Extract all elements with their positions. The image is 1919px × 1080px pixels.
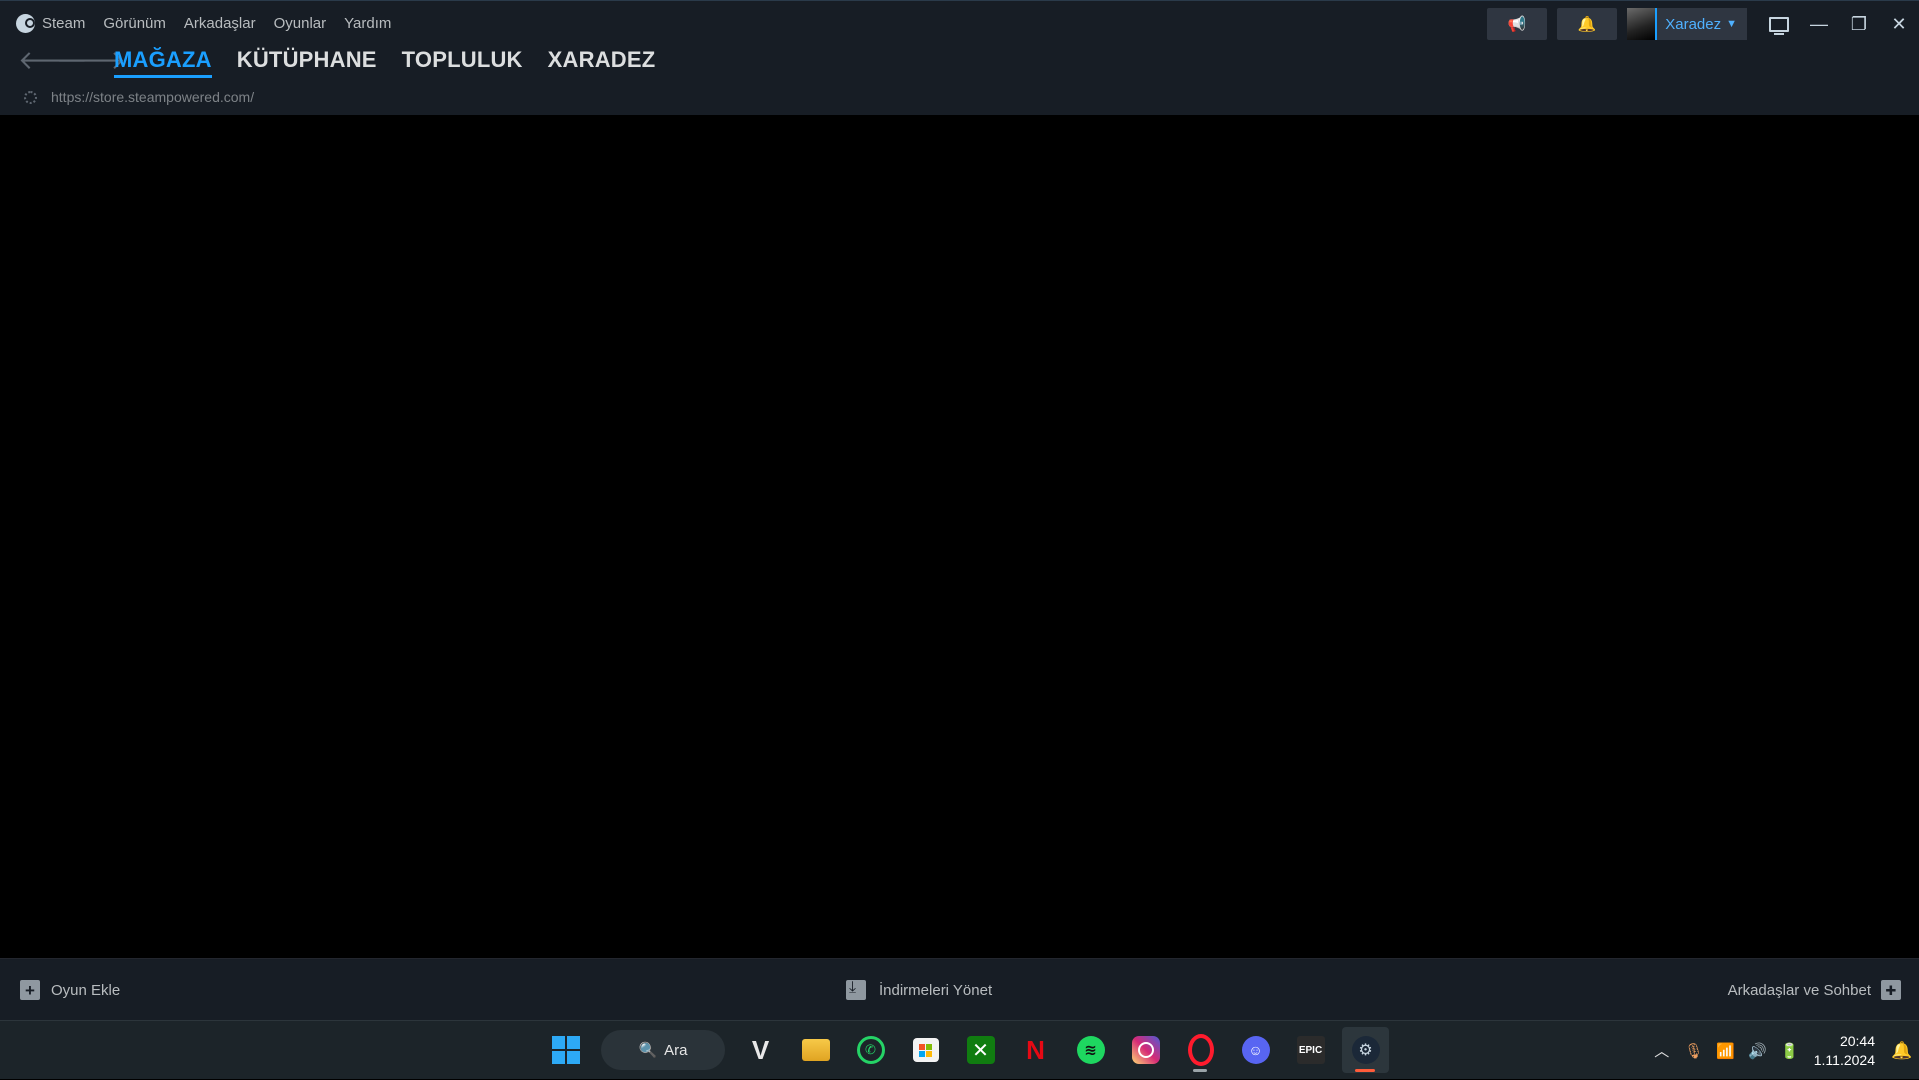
tab-community[interactable]: TOPLULUK bbox=[402, 47, 523, 73]
windows-icon bbox=[551, 1036, 580, 1064]
clock-time: 20:44 bbox=[1839, 1032, 1875, 1049]
menu-steam-label: Steam bbox=[42, 14, 86, 32]
add-game-label: Oyun Ekle bbox=[51, 981, 121, 999]
main-nav: 🡐 🡒 MAĞAZA KÜTÜPHANE TOPLULUK XARADEZ bbox=[18, 43, 680, 78]
discord-icon: ☺ bbox=[1241, 1036, 1270, 1064]
volume-icon[interactable]: 🔊 bbox=[1742, 1042, 1774, 1060]
taskbar-discord[interactable]: ☺ bbox=[1232, 1027, 1279, 1073]
menu-help[interactable]: Yardım bbox=[344, 15, 391, 32]
xbox-icon: ✕ bbox=[966, 1036, 995, 1064]
bell-icon: 🔔 bbox=[1577, 16, 1597, 33]
taskbar-start[interactable] bbox=[542, 1027, 589, 1073]
wifi-icon[interactable]: 📶 bbox=[1710, 1042, 1742, 1060]
maximize-button[interactable]: ❐ bbox=[1839, 14, 1879, 35]
minimize-icon: — bbox=[1810, 13, 1828, 34]
megaphone-icon: 📢 bbox=[1507, 16, 1527, 33]
steam-logo-icon bbox=[16, 13, 35, 33]
netflix-icon: N bbox=[1026, 1034, 1045, 1065]
windows-taskbar: 🔍 Ara V ✆ ✕ N ≋ ☺ EPIC ⚙ ︿ 🎙 📶 🔊 🔋 20:44… bbox=[0, 1020, 1919, 1079]
active-indicator bbox=[1355, 1069, 1375, 1072]
close-button[interactable]: ✕ bbox=[1879, 14, 1919, 35]
loading-spinner-icon bbox=[24, 90, 37, 104]
tab-profile[interactable]: XARADEZ bbox=[548, 47, 656, 73]
taskbar-opera[interactable] bbox=[1177, 1027, 1224, 1073]
taskbar-instagram[interactable] bbox=[1122, 1027, 1169, 1073]
user-menu[interactable]: Xaradez ▼ bbox=[1627, 8, 1747, 40]
friends-chat-button[interactable]: Arkadaşlar ve Sohbet ✚ bbox=[1728, 980, 1901, 1000]
minimize-button[interactable]: — bbox=[1799, 14, 1839, 35]
taskbar-file-explorer[interactable] bbox=[792, 1027, 839, 1073]
menu-games[interactable]: Oyunlar bbox=[274, 15, 327, 32]
battery-icon[interactable]: 🔋 bbox=[1774, 1042, 1806, 1060]
plus-icon: + bbox=[20, 980, 40, 1000]
username: Xaradez bbox=[1665, 15, 1722, 33]
whatsapp-icon: ✆ bbox=[856, 1036, 885, 1064]
menu-friends[interactable]: Arkadaşlar bbox=[184, 15, 256, 32]
back-arrow-icon[interactable]: 🡐 bbox=[18, 45, 88, 76]
running-indicator bbox=[1193, 1069, 1207, 1072]
close-icon: ✕ bbox=[1891, 13, 1907, 34]
bottom-bar: + Oyun Ekle İndirmeleri Yönet Arkadaşlar… bbox=[0, 958, 1919, 1020]
manage-downloads-label: İndirmeleri Yönet bbox=[879, 981, 993, 999]
epic-icon: EPIC bbox=[1296, 1036, 1325, 1064]
url-bar: https://store.steampowered.com/ bbox=[24, 87, 254, 107]
instagram-icon bbox=[1131, 1036, 1160, 1064]
clock[interactable]: 20:44 1.11.2024 bbox=[1814, 1032, 1875, 1070]
store-icon bbox=[912, 1038, 939, 1062]
steam-icon: ⚙ bbox=[1351, 1036, 1380, 1064]
big-picture-button[interactable] bbox=[1759, 16, 1799, 35]
notifications-button[interactable]: 🔔 bbox=[1557, 8, 1618, 40]
taskbar-epic-games[interactable]: EPIC bbox=[1287, 1027, 1334, 1073]
folder-icon bbox=[801, 1039, 830, 1061]
v-icon: V bbox=[751, 1034, 770, 1065]
taskbar-whatsapp[interactable]: ✆ bbox=[847, 1027, 894, 1073]
taskbar-microsoft-store[interactable] bbox=[902, 1027, 949, 1073]
header-controls: 📢 🔔 Xaradez ▼ — ❐ ✕ bbox=[1487, 8, 1919, 40]
friends-chat-label: Arkadaşlar ve Sohbet bbox=[1727, 981, 1871, 999]
manage-downloads-button[interactable]: İndirmeleri Yönet bbox=[846, 979, 993, 1000]
avatar bbox=[1627, 8, 1658, 40]
monitor-icon bbox=[1769, 16, 1789, 35]
url-text[interactable]: https://store.steampowered.com/ bbox=[51, 89, 254, 105]
tab-library[interactable]: KÜTÜPHANE bbox=[237, 47, 377, 73]
forward-arrow-icon[interactable]: 🡒 bbox=[56, 45, 126, 76]
taskbar-steam[interactable]: ⚙ bbox=[1342, 1027, 1389, 1073]
search-icon: 🔍 bbox=[638, 1042, 658, 1059]
add-game-button[interactable]: + Oyun Ekle bbox=[20, 980, 120, 1000]
taskbar-netflix[interactable]: N bbox=[1012, 1027, 1059, 1073]
microphone-icon[interactable]: 🎙 bbox=[1678, 1042, 1710, 1060]
menu-view[interactable]: Görünüm bbox=[103, 15, 166, 32]
taskbar-xbox[interactable]: ✕ bbox=[957, 1027, 1004, 1073]
announcements-button[interactable]: 📢 bbox=[1487, 8, 1548, 40]
spotify-icon: ≋ bbox=[1076, 1036, 1105, 1064]
store-content-area bbox=[0, 115, 1919, 958]
taskbar-vivaldi[interactable]: V bbox=[737, 1027, 784, 1073]
download-icon bbox=[846, 979, 866, 1000]
taskbar-search[interactable]: 🔍 Ara bbox=[601, 1030, 725, 1070]
menu-bar: Steam Görünüm Arkadaşlar Oyunlar Yardım bbox=[16, 12, 391, 34]
chevron-down-icon: ▼ bbox=[1726, 18, 1737, 30]
opera-icon bbox=[1187, 1034, 1214, 1066]
menu-steam[interactable]: Steam bbox=[16, 13, 86, 33]
taskbar-apps: 🔍 Ara V ✆ ✕ N ≋ ☺ EPIC ⚙ bbox=[538, 1027, 1393, 1073]
chevron-up-icon[interactable]: ︿ bbox=[1646, 1040, 1678, 1061]
friends-icon: ✚ bbox=[1881, 980, 1901, 1000]
restore-icon: ❐ bbox=[1850, 13, 1868, 34]
notification-bell-icon[interactable]: 🔔 bbox=[1885, 1041, 1919, 1061]
search-label: Ara bbox=[664, 1041, 688, 1059]
steam-header: Steam Görünüm Arkadaşlar Oyunlar Yardım … bbox=[0, 0, 1919, 115]
system-tray: ︿ 🎙 📶 🔊 🔋 20:44 1.11.2024 🔔 bbox=[1646, 1021, 1919, 1080]
taskbar-spotify[interactable]: ≋ bbox=[1067, 1027, 1114, 1073]
clock-date: 1.11.2024 bbox=[1813, 1051, 1875, 1068]
tab-store[interactable]: MAĞAZA bbox=[114, 47, 212, 78]
